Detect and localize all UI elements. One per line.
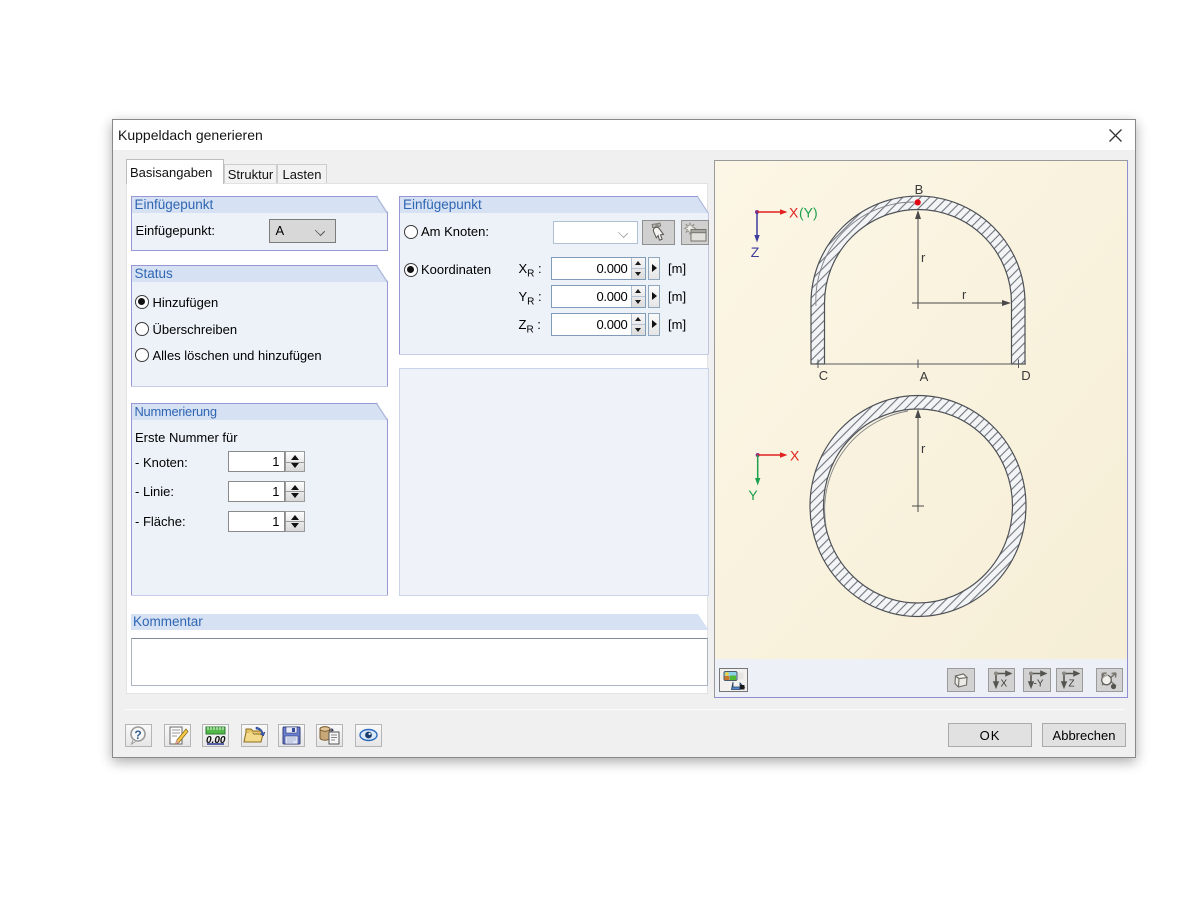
svg-text:X: X — [789, 204, 799, 220]
svg-text:A: A — [919, 369, 928, 384]
svg-text:Z: Z — [1068, 678, 1074, 689]
svg-text:X: X — [790, 447, 800, 463]
svg-text:B: B — [914, 182, 923, 197]
svg-text:(Y): (Y) — [799, 204, 818, 220]
svg-text:r: r — [962, 287, 967, 302]
svg-text:r: r — [921, 250, 926, 265]
svg-text:r: r — [921, 441, 926, 456]
svg-text:D: D — [1021, 368, 1030, 383]
svg-text:Z: Z — [750, 244, 759, 260]
svg-text:C: C — [818, 368, 827, 383]
svg-text:X: X — [1000, 678, 1007, 689]
svg-text:Y: Y — [748, 487, 758, 503]
svg-text:-Y: -Y — [1034, 678, 1044, 689]
svg-text:?: ? — [134, 728, 141, 742]
